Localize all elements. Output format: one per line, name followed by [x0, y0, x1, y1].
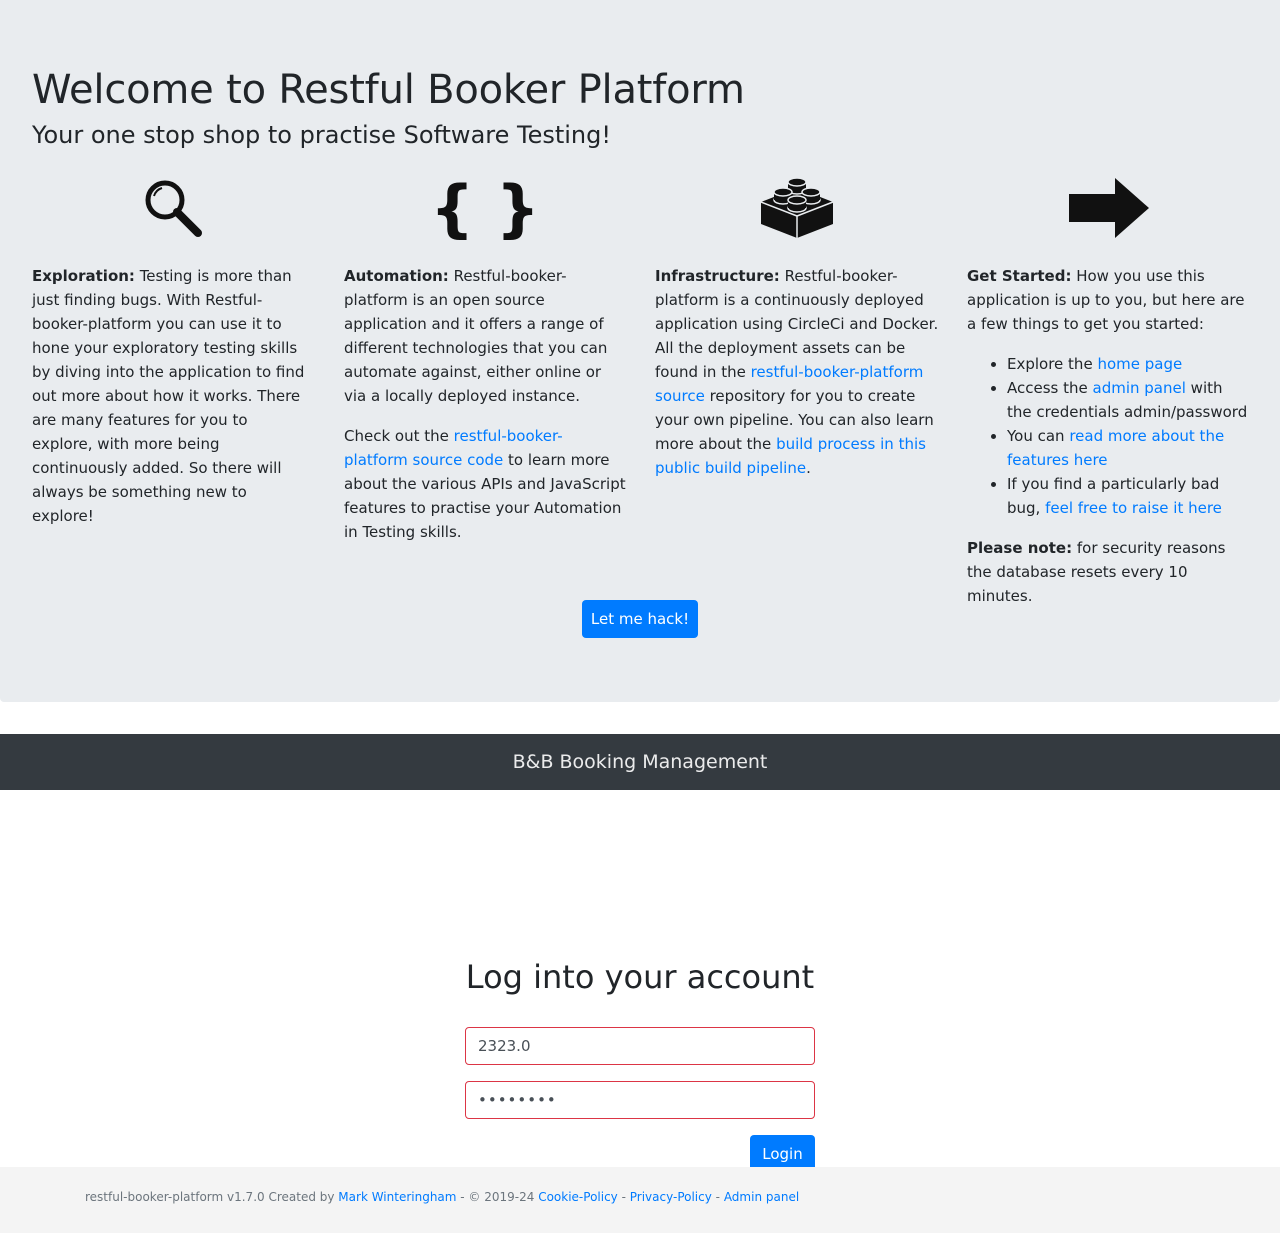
- privacy-policy-link[interactable]: Privacy-Policy: [630, 1190, 712, 1204]
- get-started-text: Get Started: How you use this applicatio…: [967, 267, 1245, 333]
- infrastructure-column: Infrastructure: Restful-booker-platform …: [655, 176, 939, 496]
- automation-heading: Automation:: [344, 267, 449, 285]
- cookie-policy-link[interactable]: Cookie-Policy: [538, 1190, 618, 1204]
- get-started-list: Explore the home page Access the admin p…: [967, 352, 1251, 520]
- list-item: You can read more about the features her…: [1007, 424, 1251, 472]
- username-field[interactable]: [465, 1027, 815, 1065]
- author-link[interactable]: Mark Winteringham: [338, 1190, 456, 1204]
- footer-text: restful-booker-platform v1.7.0 Created b…: [85, 1190, 800, 1204]
- home-page-link[interactable]: home page: [1097, 355, 1182, 373]
- magnifying-glass-icon: [145, 180, 202, 237]
- automation-source-text: Check out the restful-booker-platform so…: [344, 427, 626, 541]
- let-me-hack-button[interactable]: Let me hack!: [582, 600, 698, 638]
- infrastructure-heading: Infrastructure:: [655, 267, 780, 285]
- exploration-column: Exploration: Testing is more than just f…: [32, 176, 312, 544]
- navbar-brand[interactable]: B&B Booking Management: [513, 751, 768, 773]
- footer: restful-booker-platform v1.7.0 Created b…: [0, 1167, 1280, 1233]
- jumbotron: Welcome to Restful Booker Platform Your …: [0, 0, 1280, 702]
- note-heading: Please note:: [967, 539, 1073, 557]
- get-started-column: Get Started: How you use this applicatio…: [967, 176, 1251, 624]
- admin-panel-footer-link[interactable]: Admin panel: [724, 1190, 799, 1204]
- list-item: Access the admin panel with the credenti…: [1007, 376, 1251, 424]
- navbar: B&B Booking Management: [0, 734, 1280, 790]
- security-note: Please note: for security reasons the da…: [967, 539, 1226, 605]
- page-subtitle: Your one stop shop to practise Software …: [32, 121, 611, 149]
- list-item: If you find a particularly bad bug, feel…: [1007, 472, 1251, 520]
- curly-braces-icon: {{ }}: [437, 176, 533, 240]
- automation-column: {{ }} Automation: Restful-booker-platfor…: [344, 176, 626, 560]
- exploration-heading: Exploration:: [32, 267, 135, 285]
- exploration-text: Exploration: Testing is more than just f…: [32, 267, 305, 525]
- login-title: Log into your account: [465, 958, 815, 996]
- infrastructure-text: Infrastructure: Restful-booker-platform …: [655, 267, 939, 477]
- password-field[interactable]: [465, 1081, 815, 1119]
- raise-bug-link[interactable]: feel free to raise it here: [1045, 499, 1222, 517]
- admin-panel-link[interactable]: admin panel: [1093, 379, 1186, 397]
- svg-text:{{ }}: {{ }}: [437, 176, 533, 240]
- get-started-heading: Get Started:: [967, 267, 1072, 285]
- list-item: Explore the home page: [1007, 352, 1251, 376]
- page-title: Welcome to Restful Booker Platform: [32, 67, 745, 113]
- lego-brick-icon: [760, 177, 834, 238]
- arrow-right-icon: [1069, 178, 1149, 238]
- automation-text: Automation: Restful-booker-platform is a…: [344, 267, 608, 405]
